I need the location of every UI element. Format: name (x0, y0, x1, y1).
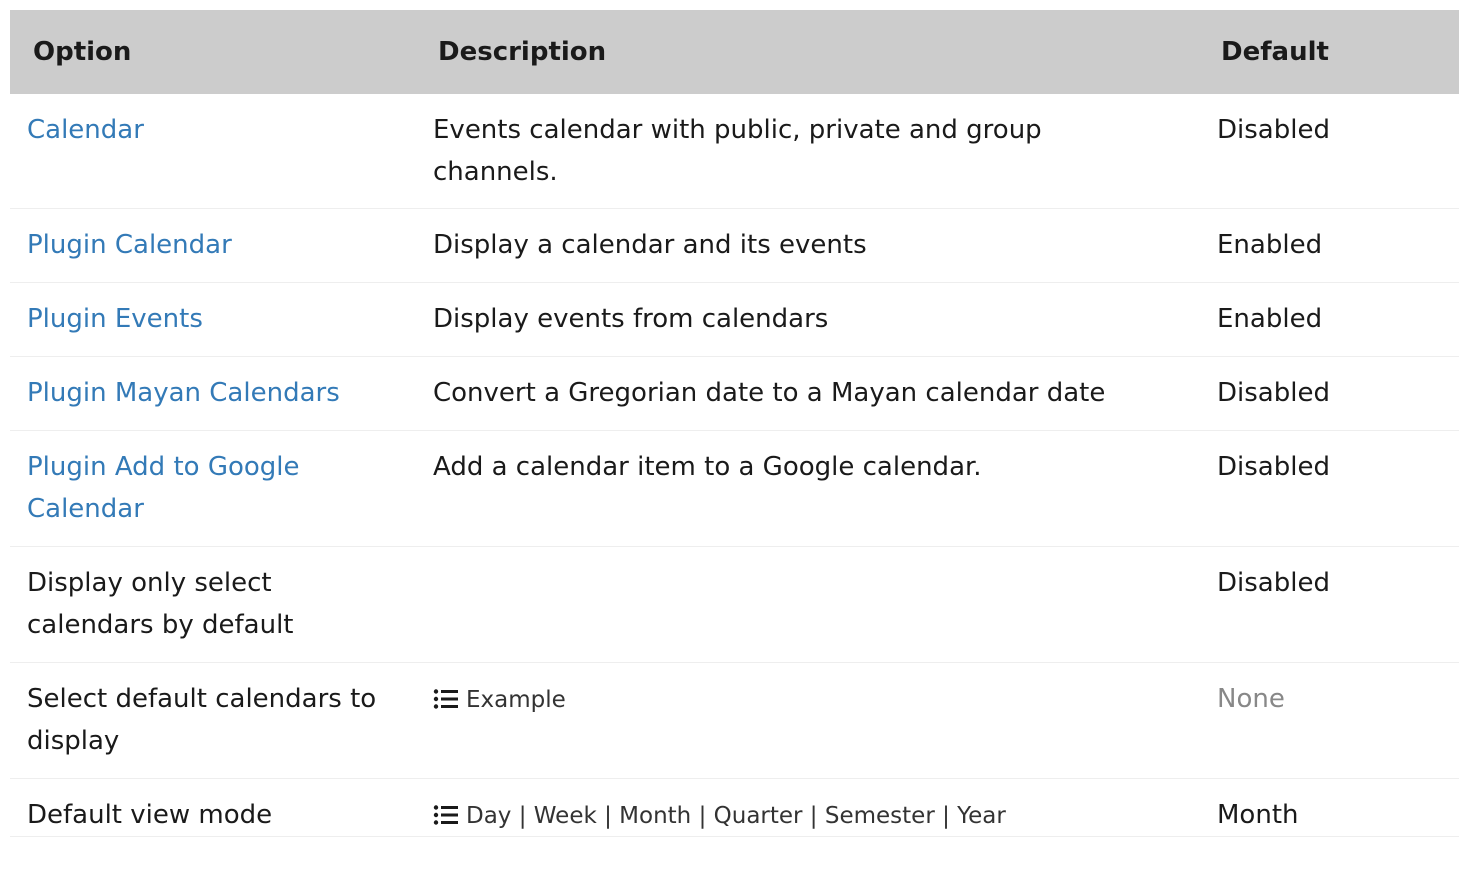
default-cell: Disabled (1217, 452, 1330, 482)
option-cell: Plugin Events (10, 283, 415, 357)
list-icon (433, 687, 459, 717)
default-cell: Disabled (1217, 378, 1330, 408)
column-header-option: Option (33, 37, 132, 67)
table-row: Plugin Calendar Display a calendar and i… (10, 209, 1459, 283)
description-cell: Day | Week | Month | Quarter | Semester … (415, 779, 1199, 837)
column-header-default: Default (1221, 37, 1329, 67)
table-row: Plugin Add to Google Calendar Add a cale… (10, 431, 1459, 547)
table-row: Plugin Events Display events from calend… (10, 283, 1459, 357)
description-cell: Display events from calendars (433, 304, 829, 334)
description-cell (415, 547, 1199, 663)
option-cell: Display only select calendars by default (27, 568, 294, 640)
option-cell: Select default calendars to display (27, 684, 377, 756)
list-widget[interactable]: Example (433, 684, 566, 717)
option-link-plugin-calendar[interactable]: Plugin Calendar (27, 230, 232, 260)
default-cell: Enabled (1217, 304, 1323, 334)
table-row: Select default calendars to display Exam… (10, 663, 1459, 779)
description-cell: Events calendar with public, private and… (433, 115, 1042, 187)
default-cell: None (1199, 663, 1459, 779)
list-icon (433, 803, 459, 833)
default-cell: Disabled (1217, 568, 1330, 598)
table-row: Display only select calendars by default… (10, 547, 1459, 663)
table-row: Plugin Mayan Calendars Convert a Gregori… (10, 357, 1459, 431)
default-cell: Month (1217, 800, 1299, 830)
option-cell: Plugin Add to Google Calendar (10, 431, 415, 547)
description-cell: Example (415, 663, 1199, 779)
option-link-plugin-events[interactable]: Plugin Events (27, 304, 203, 334)
option-link-calendar[interactable]: Calendar (27, 115, 144, 145)
option-cell: Plugin Calendar (10, 209, 415, 283)
description-cell: Convert a Gregorian date to a Mayan cale… (433, 378, 1106, 408)
options-table: Option Description Default Calendar Even… (10, 10, 1459, 837)
option-cell: Plugin Mayan Calendars (10, 357, 415, 431)
table-row: Calendar Events calendar with public, pr… (10, 94, 1459, 209)
option-cell: Default view mode (27, 800, 273, 830)
description-cell: Add a calendar item to a Google calendar… (433, 452, 982, 482)
option-link-plugin-mayan-calendars[interactable]: Plugin Mayan Calendars (27, 378, 340, 408)
column-header-description: Description (438, 37, 607, 67)
default-cell: Enabled (1217, 230, 1323, 260)
list-widget[interactable]: Day | Week | Month | Quarter | Semester … (433, 800, 1006, 833)
table-header-row: Option Description Default (10, 10, 1459, 94)
list-widget-text: Day | Week | Month | Quarter | Semester … (466, 803, 1006, 829)
description-cell: Display a calendar and its events (433, 230, 867, 260)
option-cell: Calendar (10, 94, 415, 209)
options-table-container: Option Description Default Calendar Even… (10, 10, 1459, 837)
default-value-muted: None (1217, 684, 1285, 714)
table-row: Default view mode Day | Week | Month | Q… (10, 779, 1459, 837)
default-cell: Disabled (1217, 115, 1330, 145)
option-link-plugin-add-to-google-calendar[interactable]: Plugin Add to Google Calendar (27, 452, 300, 524)
list-widget-text: Example (466, 687, 566, 713)
